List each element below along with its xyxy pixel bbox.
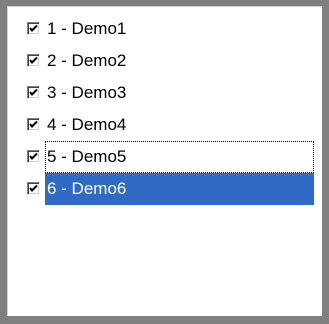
list-item-label: 4 - Demo4	[47, 115, 127, 134]
checkbox[interactable]	[27, 182, 40, 195]
list-item-label: 2 - Demo2	[47, 51, 127, 70]
check-mark-icon	[29, 56, 38, 64]
list-item[interactable]: 3 - Demo3	[25, 77, 322, 109]
list-item[interactable]: 4 - Demo4	[25, 109, 322, 141]
list-item[interactable]: 1 - Demo1	[25, 13, 322, 45]
checkbox[interactable]	[27, 54, 40, 67]
checkbox[interactable]	[27, 22, 40, 35]
list-item-focused[interactable]: 5 - Demo5	[25, 141, 322, 173]
list-item-label: 6 - Demo6	[45, 173, 314, 205]
list-item[interactable]: 2 - Demo2	[25, 45, 322, 77]
checkbox[interactable]	[27, 86, 40, 99]
list-item-selected[interactable]: 6 - Demo6	[25, 173, 322, 205]
check-mark-icon	[29, 184, 38, 192]
checkbox[interactable]	[27, 150, 40, 163]
check-mark-icon	[29, 88, 38, 96]
list-item-label: 1 - Demo1	[47, 19, 127, 38]
checked-listbox[interactable]: 1 - Demo1 2 - Demo2 3 - Demo3 4 - Demo4	[7, 6, 322, 316]
list-item-label: 3 - Demo3	[47, 83, 127, 102]
check-mark-icon	[29, 120, 38, 128]
list-item-label: 5 - Demo5	[45, 141, 314, 173]
check-mark-icon	[29, 152, 38, 160]
check-mark-icon	[29, 24, 38, 32]
checkbox[interactable]	[27, 118, 40, 131]
